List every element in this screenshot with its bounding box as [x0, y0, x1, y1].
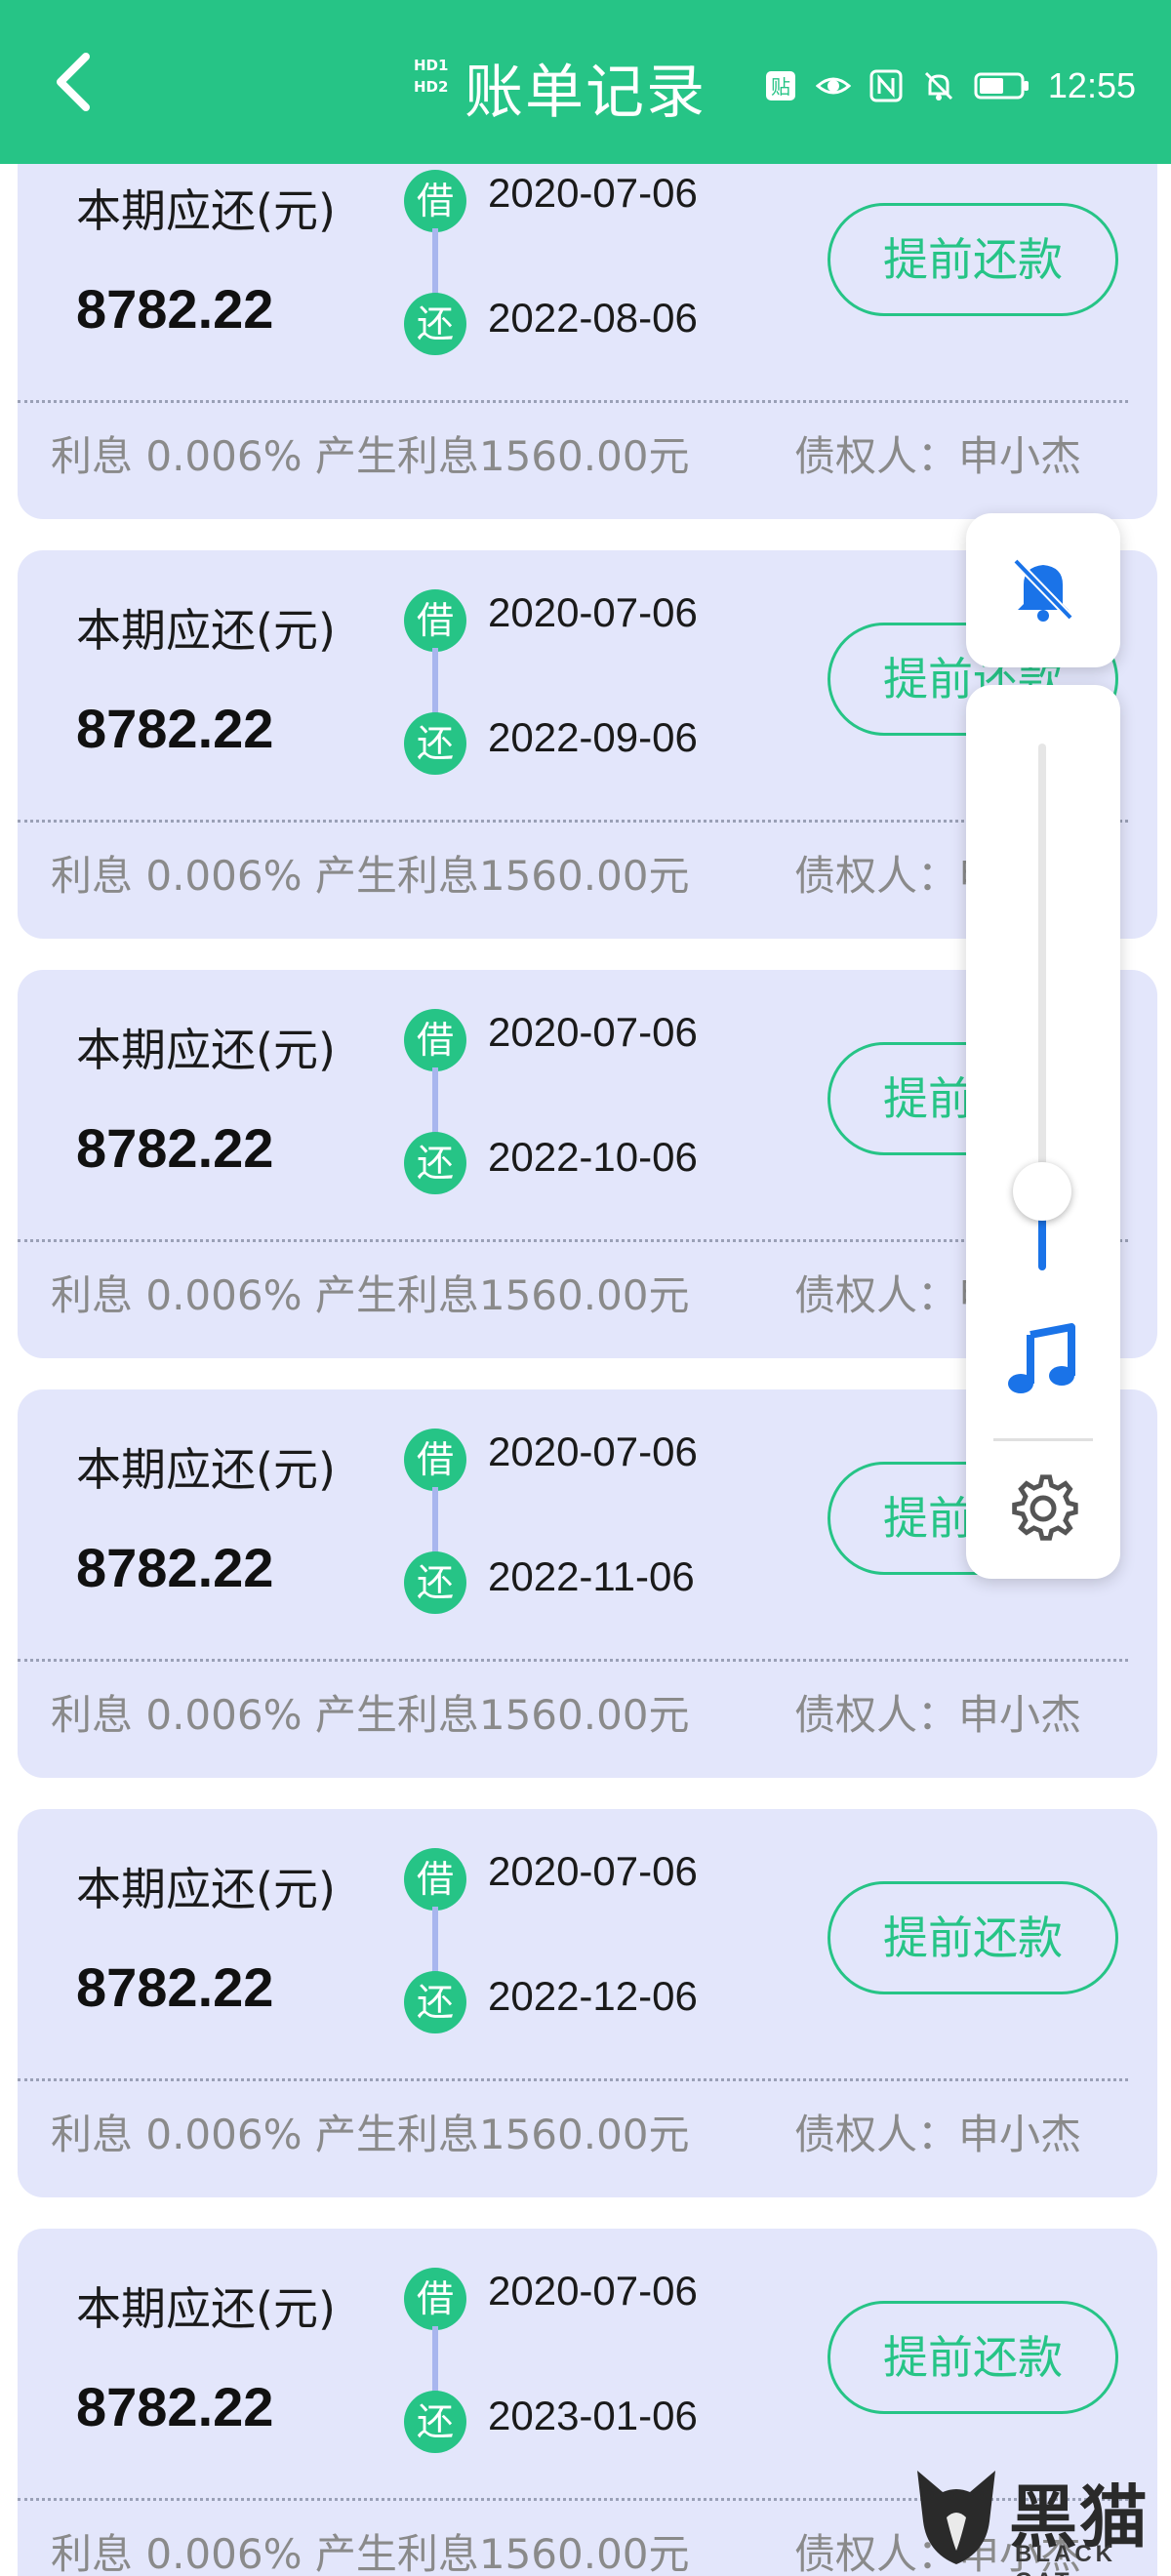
early-repay-button[interactable]: 提前还款: [828, 203, 1118, 316]
interest-info: 利息 0.006% 产生利息1560.00元: [51, 1271, 690, 1319]
borrow-date: 2020-07-06: [488, 1848, 698, 1894]
watermark-logo: 黑猫 BLACK CAT: [908, 2463, 1151, 2576]
watermark-en-text: BLACK CAT: [1015, 2541, 1116, 2576]
early-repay-button[interactable]: 提前还款: [828, 1881, 1118, 1994]
amount-label: 本期应还(元): [76, 1863, 336, 1915]
repay-badge: 还: [404, 1551, 466, 1614]
status-time: 12:55: [1047, 65, 1136, 105]
nfc-icon: [868, 68, 904, 103]
timeline-connector: [432, 228, 438, 297]
amount-value: 8782.22: [76, 278, 274, 340]
dotted-divider: [18, 400, 1128, 403]
bill-card: 本期应还(元) 8782.22 借 还 2020-07-06 2022-12-0…: [18, 1809, 1157, 2197]
borrow-date: 2020-07-06: [488, 1009, 698, 1055]
amount-label: 本期应还(元): [76, 184, 336, 237]
borrow-date: 2020-07-06: [488, 170, 698, 216]
borrow-badge: 借: [404, 1848, 466, 1911]
repay-badge: 还: [404, 2391, 466, 2453]
repay-date: 2023-01-06: [488, 2393, 698, 2438]
repay-badge: 还: [404, 1132, 466, 1194]
amount-value: 8782.22: [76, 1537, 274, 1598]
amount-label: 本期应还(元): [76, 1443, 336, 1496]
interest-info: 利息 0.006% 产生利息1560.00元: [51, 2530, 690, 2576]
volume-panel: [966, 685, 1120, 1579]
panel-divider: [993, 1438, 1093, 1441]
repay-date: 2022-10-06: [488, 1134, 698, 1180]
borrow-date: 2020-07-06: [488, 2268, 698, 2314]
interest-info: 利息 0.006% 产生利息1560.00元: [51, 2111, 690, 2158]
creditor-info: 债权人：申小杰: [794, 1691, 1082, 1739]
amount-value: 8782.22: [76, 698, 274, 759]
mute-icon: [921, 68, 956, 103]
creditor-info: 债权人：申小杰: [794, 2111, 1082, 2158]
interest-info: 利息 0.006% 产生利息1560.00元: [51, 432, 690, 480]
battery-icon: [974, 68, 1030, 103]
amount-value: 8782.22: [76, 1117, 274, 1179]
mute-toggle-button[interactable]: [966, 513, 1120, 667]
early-repay-button[interactable]: 提前还款: [828, 2301, 1118, 2414]
dotted-divider: [18, 1659, 1128, 1662]
amount-label: 本期应还(元): [76, 604, 336, 657]
paste-label: 贴: [771, 75, 790, 99]
paste-icon: 贴: [763, 68, 798, 103]
borrow-badge: 借: [404, 1009, 466, 1071]
creditor-info: 债权人：申小杰: [794, 432, 1082, 480]
timeline-connector: [432, 1067, 438, 1136]
gear-icon[interactable]: [1007, 1471, 1079, 1544]
timeline-connector: [432, 2326, 438, 2395]
borrow-badge: 借: [404, 589, 466, 652]
repay-date: 2022-11-06: [488, 1553, 695, 1599]
volume-slider-thumb[interactable]: [1013, 1162, 1071, 1221]
repay-badge: 还: [404, 712, 466, 775]
app-header: HD1 HD2 账单记录 贴 12:55: [0, 0, 1171, 164]
timeline-connector: [432, 1907, 438, 1975]
timeline-connector: [432, 648, 438, 716]
music-note-icon[interactable]: [1003, 1321, 1083, 1401]
repay-badge: 还: [404, 1971, 466, 2033]
borrow-badge: 借: [404, 170, 466, 232]
borrow-date: 2020-07-06: [488, 589, 698, 635]
borrow-badge: 借: [404, 2268, 466, 2330]
borrow-date: 2020-07-06: [488, 1429, 698, 1474]
status-bar: 贴 12:55: [763, 60, 1136, 111]
amount-value: 8782.22: [76, 2376, 274, 2437]
repay-date: 2022-09-06: [488, 714, 698, 760]
repay-date: 2022-08-06: [488, 295, 698, 341]
eye-icon: [815, 68, 852, 103]
amount-label: 本期应还(元): [76, 2282, 336, 2335]
dotted-divider: [18, 2078, 1128, 2081]
dotted-divider: [18, 820, 1128, 823]
repay-date: 2022-12-06: [488, 1973, 698, 2019]
interest-info: 利息 0.006% 产生利息1560.00元: [51, 852, 690, 900]
borrow-badge: 借: [404, 1429, 466, 1491]
bill-card: 本期应还(元) 8782.22 借 还 2020-07-06 2022-08-0…: [18, 164, 1157, 519]
interest-info: 利息 0.006% 产生利息1560.00元: [51, 1691, 690, 1739]
amount-value: 8782.22: [76, 1956, 274, 2018]
amount-label: 本期应还(元): [76, 1024, 336, 1076]
black-cat-logo-icon: [917, 2471, 995, 2564]
bell-off-icon: [1004, 549, 1082, 631]
dotted-divider: [18, 1239, 1128, 1242]
timeline-connector: [432, 1487, 438, 1555]
repay-badge: 还: [404, 293, 466, 355]
